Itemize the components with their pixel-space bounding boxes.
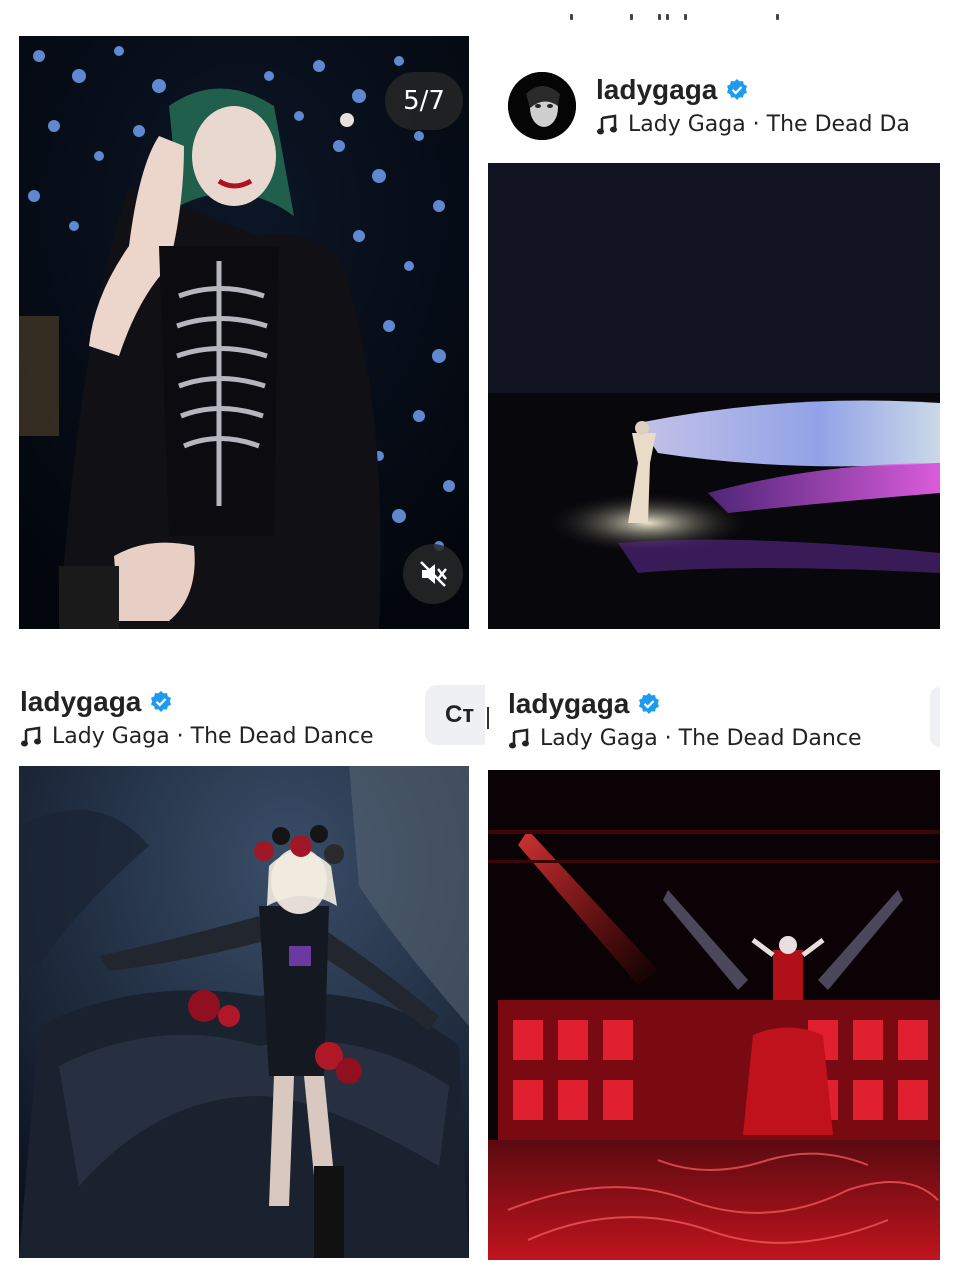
post-photo-gothic-dress[interactable]	[19, 766, 469, 1258]
post-photo-arena-stage[interactable]	[488, 163, 940, 629]
music-label: Lady Gaga · The Dead Dance	[52, 724, 374, 749]
avatar[interactable]	[508, 72, 576, 140]
mute-icon	[420, 561, 447, 587]
post-photo-red-stage[interactable]	[488, 770, 940, 1260]
music-note-icon	[509, 728, 529, 748]
username-label[interactable]: ladygaga	[596, 74, 717, 106]
mute-button[interactable]	[403, 544, 463, 604]
music-note-icon	[21, 726, 41, 746]
divider	[487, 707, 489, 729]
follow-button[interactable]: Ст	[425, 685, 485, 745]
verified-badge-icon	[151, 691, 172, 712]
cropped-caption-fragment	[560, 8, 790, 22]
music-attribution[interactable]: Lady Gaga · The Dead Dance	[508, 726, 928, 751]
username[interactable]: ladygaga	[20, 686, 420, 718]
verified-badge-icon	[639, 693, 660, 714]
music-attribution[interactable]: Lady Gaga · The Dead Da	[596, 112, 939, 137]
follow-button-label: Ст	[445, 701, 475, 728]
username[interactable]: ladygaga	[508, 688, 928, 720]
music-label: Lady Gaga · The Dead Dance	[540, 726, 862, 751]
follow-button-edge[interactable]	[930, 687, 940, 747]
post-header-4: ladygaga Lady Gaga · The Dead Dance	[508, 688, 928, 751]
post-photo-skeleton-outfit[interactable]: 5/7	[19, 36, 469, 629]
music-attribution[interactable]: Lady Gaga · The Dead Dance	[20, 724, 420, 749]
username-label[interactable]: ladygaga	[508, 688, 629, 720]
post-header-2: ladygaga Lady Gaga · The Dead Da	[596, 74, 939, 137]
verified-badge-icon	[727, 79, 748, 100]
post-header-3: ladygaga Lady Gaga · The Dead Dance	[20, 686, 420, 749]
music-note-icon	[597, 114, 617, 134]
music-label: Lady Gaga · The Dead Da	[628, 112, 910, 137]
username[interactable]: ladygaga	[596, 74, 939, 106]
username-label[interactable]: ladygaga	[20, 686, 141, 718]
carousel-counter: 5/7	[385, 72, 463, 130]
